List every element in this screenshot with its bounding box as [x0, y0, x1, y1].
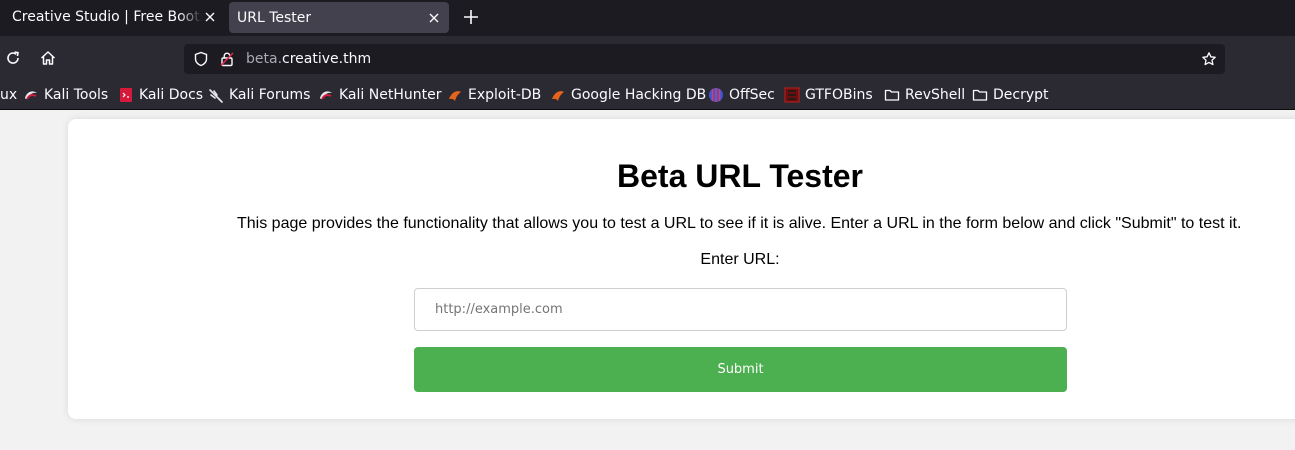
- url-domain: creative.thm: [282, 51, 372, 67]
- bookmark-label: Kali Docs: [139, 87, 204, 103]
- bookmark-label: GTFOBins: [805, 87, 873, 103]
- bookmark-label: ux: [0, 87, 18, 103]
- folder-icon: [884, 89, 900, 101]
- folder-icon: [972, 89, 988, 101]
- tab-strip: Creative Studio | Free Bootstrap URL Tes…: [0, 0, 1295, 36]
- bookmark-label: Exploit-DB: [468, 87, 542, 103]
- offsec-icon: [709, 88, 723, 102]
- tab-title: Creative Studio | Free Bootstrap: [12, 8, 202, 25]
- url-field-label: Enter URL:: [700, 251, 780, 268]
- reload-icon[interactable]: [4, 49, 22, 67]
- bookmark-gtfobins[interactable]: GTFOBins: [784, 86, 873, 104]
- tab-url-tester[interactable]: URL Tester: [229, 2, 449, 33]
- home-icon[interactable]: [39, 49, 57, 67]
- bookmark-kali-nethunter[interactable]: Kali NetHunter: [318, 86, 441, 104]
- bookmark-kali-docs[interactable]: Kali Docs: [118, 86, 203, 104]
- kali-docs-icon: [120, 88, 132, 102]
- bookmark-kali-tools[interactable]: Kali Tools: [23, 86, 108, 104]
- bookmark-exploit-db[interactable]: Exploit-DB: [447, 86, 541, 104]
- exploit-db-icon: [449, 91, 461, 101]
- bookmarks-toolbar: ux Kali Tools Kali Docs Kali Forums Kali…: [0, 80, 1295, 110]
- bookmark-label: Kali Tools: [44, 87, 109, 103]
- bookmark-label: Kali NetHunter: [339, 87, 442, 103]
- page-title: Beta URL Tester: [617, 158, 863, 194]
- bookmark-label: OffSec: [729, 87, 775, 103]
- bookmark-label: Kali Forums: [229, 87, 311, 103]
- url-subdomain: beta.: [246, 51, 283, 67]
- bookmark-label: Decrypt: [993, 87, 1049, 103]
- exploit-db-icon: [552, 91, 564, 101]
- new-tab-icon[interactable]: [462, 8, 480, 26]
- bookmark-folder-revshell[interactable]: RevShell: [884, 86, 965, 104]
- bookmark-google-hacking-db[interactable]: Google Hacking DB: [550, 86, 706, 104]
- close-tab-icon[interactable]: [427, 11, 441, 25]
- bookmark-folder-decrypt[interactable]: Decrypt: [972, 86, 1049, 104]
- address-bar[interactable]: beta.creative.thm: [184, 44, 1225, 74]
- tab-creative-studio[interactable]: Creative Studio | Free Bootstrap: [0, 0, 225, 33]
- bookmark-kali-forums[interactable]: Kali Forums: [208, 86, 310, 104]
- page-description: This page provides the functionality tha…: [237, 215, 1242, 232]
- url-input[interactable]: [414, 288, 1067, 331]
- tab-title: URL Tester: [237, 9, 312, 26]
- insecure-lock-icon[interactable]: [219, 51, 235, 67]
- kali-icon: [320, 91, 332, 100]
- submit-button[interactable]: Submit: [414, 347, 1067, 392]
- bookmark-label: RevShell: [905, 87, 966, 103]
- bookmark-offsec[interactable]: OffSec: [708, 86, 775, 104]
- url-text: beta.creative.thm: [246, 51, 371, 67]
- kali-icon: [25, 91, 37, 100]
- kali-dragon-icon: [209, 89, 223, 103]
- shield-icon[interactable]: [193, 51, 209, 67]
- close-tab-icon[interactable]: [203, 10, 217, 24]
- bookmark-item[interactable]: ux: [0, 86, 17, 104]
- gtfobins-icon: [784, 87, 800, 103]
- navigation-bar: beta.creative.thm: [0, 36, 1295, 80]
- bookmark-star-icon[interactable]: [1201, 51, 1217, 67]
- bookmark-label: Google Hacking DB: [571, 87, 707, 103]
